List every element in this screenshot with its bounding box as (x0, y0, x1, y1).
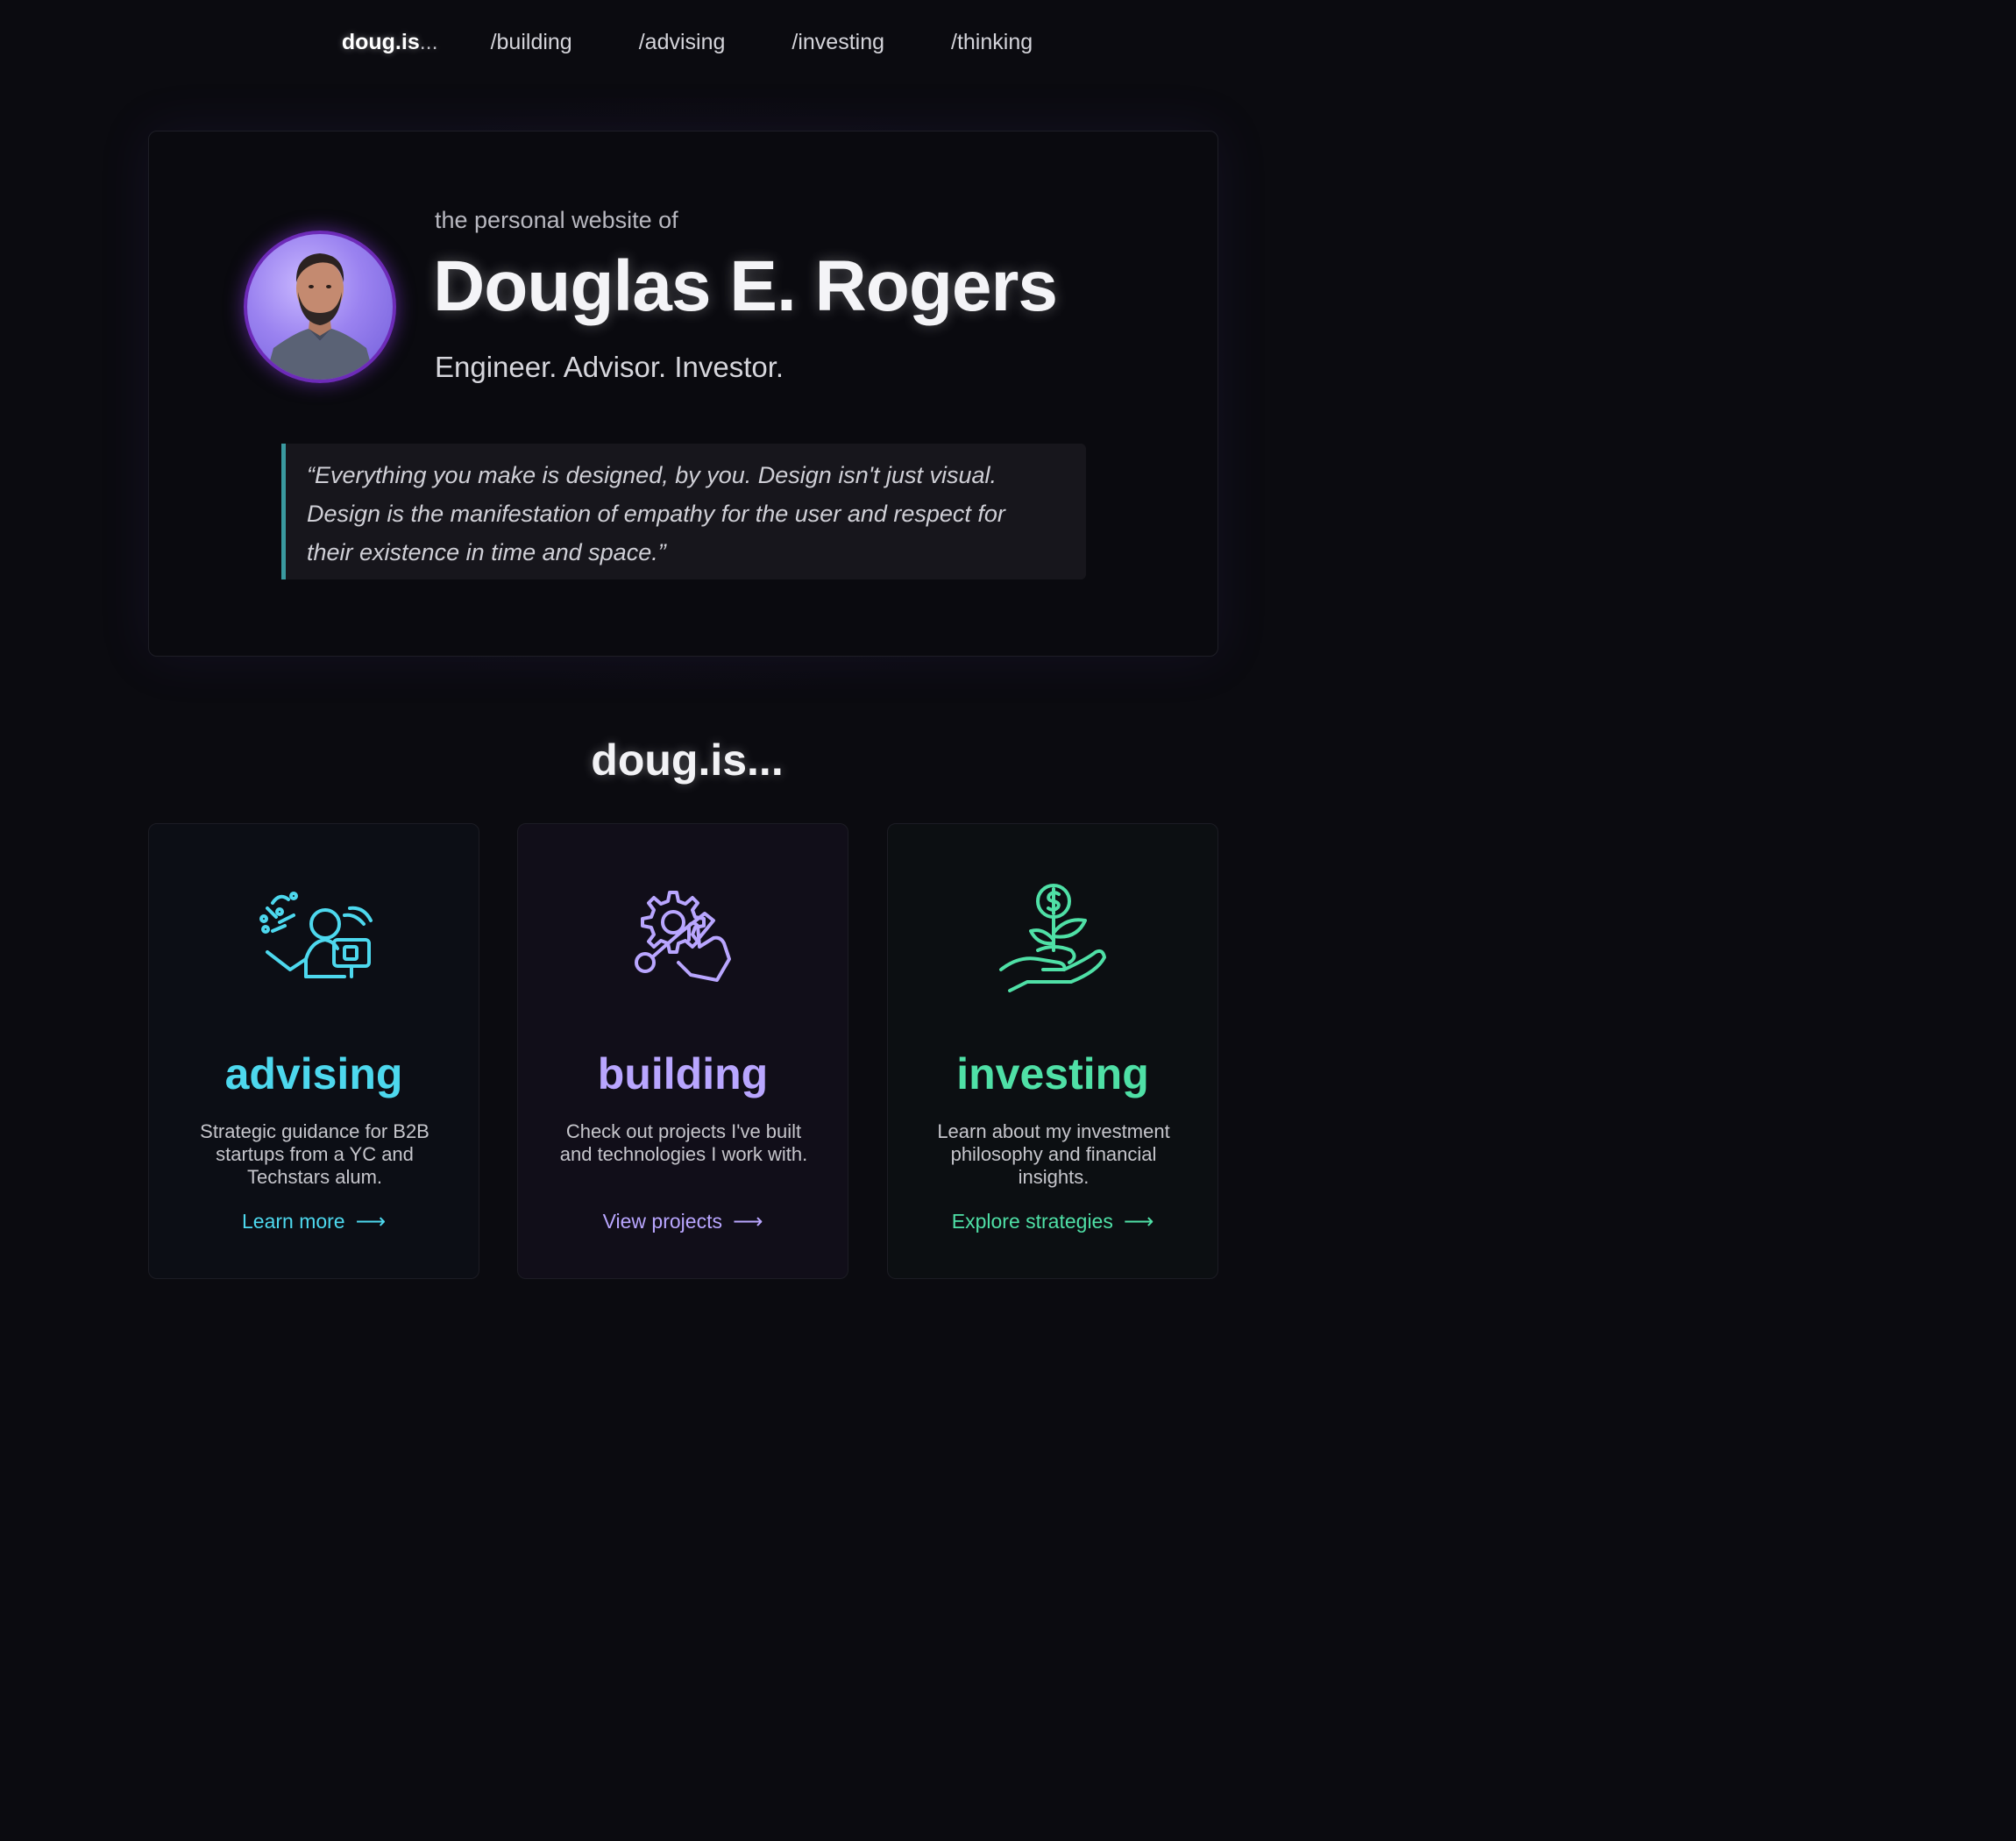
money-plant-hand-icon (999, 884, 1106, 992)
card-description: Learn about my investment philosophy and… (937, 1120, 1170, 1188)
nav-brand-link[interactable]: doug.is... (309, 30, 458, 55)
arrow-right-icon: ⟶ (732, 1210, 763, 1233)
card-investing: investing Learn about my investment phil… (887, 823, 1218, 1279)
hero-card: the personal website of Douglas E. Roger… (148, 131, 1218, 657)
explore-strategies-link[interactable]: Explore strategies ⟶ (888, 1209, 1217, 1234)
nav-brand-text: doug.is (341, 29, 420, 54)
card-building: building Check out projects I've built a… (517, 823, 848, 1279)
card-description: Strategic guidance for B2B startups from… (200, 1120, 429, 1188)
avatar (244, 231, 396, 383)
nav-brand-suffix: ... (419, 29, 438, 54)
hero-tagline: Engineer. Advisor. Investor. (435, 351, 784, 383)
link-label: Learn more (241, 1210, 345, 1233)
arrow-right-icon: ⟶ (355, 1210, 387, 1233)
advisor-presenting-icon (259, 892, 373, 978)
card-title: investing (956, 1049, 1149, 1098)
nav-item-thinking[interactable]: /thinking (918, 30, 1066, 55)
top-nav: doug.is... /building /advising /investin… (0, 0, 1374, 84)
quote-line: their existence in time and space.” (307, 539, 666, 565)
link-label: View projects (602, 1210, 722, 1233)
nav-item-building[interactable]: /building (458, 30, 606, 55)
nav-item-investing[interactable]: /investing (758, 30, 918, 55)
card-title: advising (224, 1049, 403, 1098)
hero-name: Douglas E. Rogers (433, 246, 1058, 326)
profile-photo-illustration (265, 253, 375, 380)
arrow-right-icon: ⟶ (1123, 1210, 1154, 1233)
learn-more-link[interactable]: Learn more ⟶ (149, 1209, 479, 1234)
quote-line: Design is the manifestation of empathy f… (307, 501, 1005, 527)
card-advising: advising Strategic guidance for B2B star… (148, 823, 479, 1279)
card-title: building (597, 1049, 769, 1098)
section-title: doug.is... (591, 736, 784, 785)
quote-line: “Everything you make is designed, by you… (307, 462, 997, 488)
card-description: Check out projects I've built and techno… (559, 1120, 808, 1165)
view-projects-link[interactable]: View projects ⟶ (518, 1209, 848, 1234)
nav-item-advising[interactable]: /advising (606, 30, 759, 55)
gear-wrench-hand-icon (635, 891, 731, 982)
hero-kicker: the personal website of (435, 207, 678, 233)
link-label: Explore strategies (951, 1210, 1113, 1233)
hero-quote: “Everything you make is designed, by you… (281, 444, 1086, 579)
